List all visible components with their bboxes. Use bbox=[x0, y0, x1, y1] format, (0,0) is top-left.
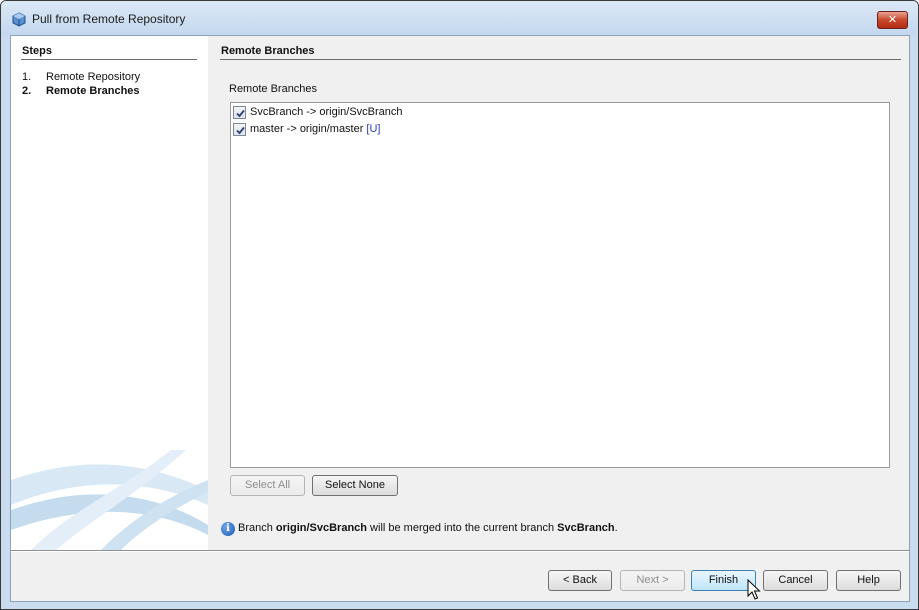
info-source-branch: origin/SvcBranch bbox=[275, 522, 367, 534]
dialog-window: Pull from Remote Repository ✕ Steps 1. Re… bbox=[0, 0, 919, 610]
info-prefix: Branch bbox=[238, 522, 276, 534]
merge-info-message: Branch origin/SvcBranch will be merged i… bbox=[238, 522, 618, 534]
steps-divider bbox=[21, 59, 197, 60]
list-item[interactable]: master -> origin/master [U] bbox=[233, 121, 380, 137]
step-item-remote-repository: 1. Remote Repository bbox=[22, 71, 140, 83]
select-none-button[interactable]: Select None bbox=[312, 475, 398, 496]
footer-divider-highlight bbox=[11, 551, 909, 552]
title-bar[interactable]: Pull from Remote Repository ✕ bbox=[1, 1, 918, 35]
branch-list-label: Remote Branches bbox=[229, 83, 318, 95]
steps-heading: Steps bbox=[22, 45, 52, 57]
close-icon: ✕ bbox=[887, 14, 898, 26]
branch-checkbox[interactable] bbox=[233, 105, 246, 119]
step-label: Remote Branches bbox=[46, 85, 140, 97]
info-suffix: . bbox=[614, 522, 618, 534]
branch-status-tag: [U] bbox=[366, 123, 381, 135]
content-panel: Remote Branches Remote Branches SvcBranc… bbox=[208, 36, 909, 550]
list-item[interactable]: SvcBranch -> origin/SvcBranch bbox=[233, 104, 403, 120]
window-title: Pull from Remote Repository bbox=[32, 12, 186, 26]
step-item-remote-branches: 2. Remote Branches bbox=[22, 85, 140, 97]
branch-label: SvcBranch -> origin/SvcBranch bbox=[250, 106, 403, 118]
help-button[interactable]: Help bbox=[836, 570, 901, 591]
checkbox-checked-icon bbox=[236, 109, 245, 117]
branch-label: master -> origin/master bbox=[250, 123, 364, 135]
dialog-client-area: Steps 1. Remote Repository 2. Remote Branc… bbox=[10, 35, 910, 602]
step-label: Remote Repository bbox=[46, 71, 141, 83]
info-icon: i bbox=[221, 522, 235, 536]
next-button[interactable]: Next > bbox=[620, 570, 685, 591]
step-number: 2. bbox=[22, 85, 32, 97]
close-button[interactable]: ✕ bbox=[877, 11, 908, 29]
page-title: Remote Branches bbox=[221, 45, 315, 57]
cancel-button[interactable]: Cancel bbox=[763, 570, 828, 591]
step-number: 1. bbox=[22, 71, 32, 83]
mouse-pointer-icon bbox=[747, 579, 761, 600]
checkbox-checked-icon bbox=[236, 126, 245, 134]
back-button[interactable]: < Back bbox=[548, 570, 612, 591]
branch-checkbox[interactable] bbox=[233, 122, 246, 136]
decorative-swoosh-image bbox=[11, 450, 208, 550]
info-middle: will be merged into the current branch bbox=[367, 522, 558, 534]
page-title-divider bbox=[220, 59, 901, 60]
steps-panel: Steps 1. Remote Repository 2. Remote Branc… bbox=[11, 36, 208, 550]
remote-branch-list[interactable]: SvcBranch -> origin/SvcBranch master -> … bbox=[230, 102, 890, 468]
info-target-branch: SvcBranch bbox=[557, 522, 615, 534]
netbeans-cube-icon bbox=[12, 12, 26, 27]
select-all-button[interactable]: Select All bbox=[230, 475, 305, 496]
